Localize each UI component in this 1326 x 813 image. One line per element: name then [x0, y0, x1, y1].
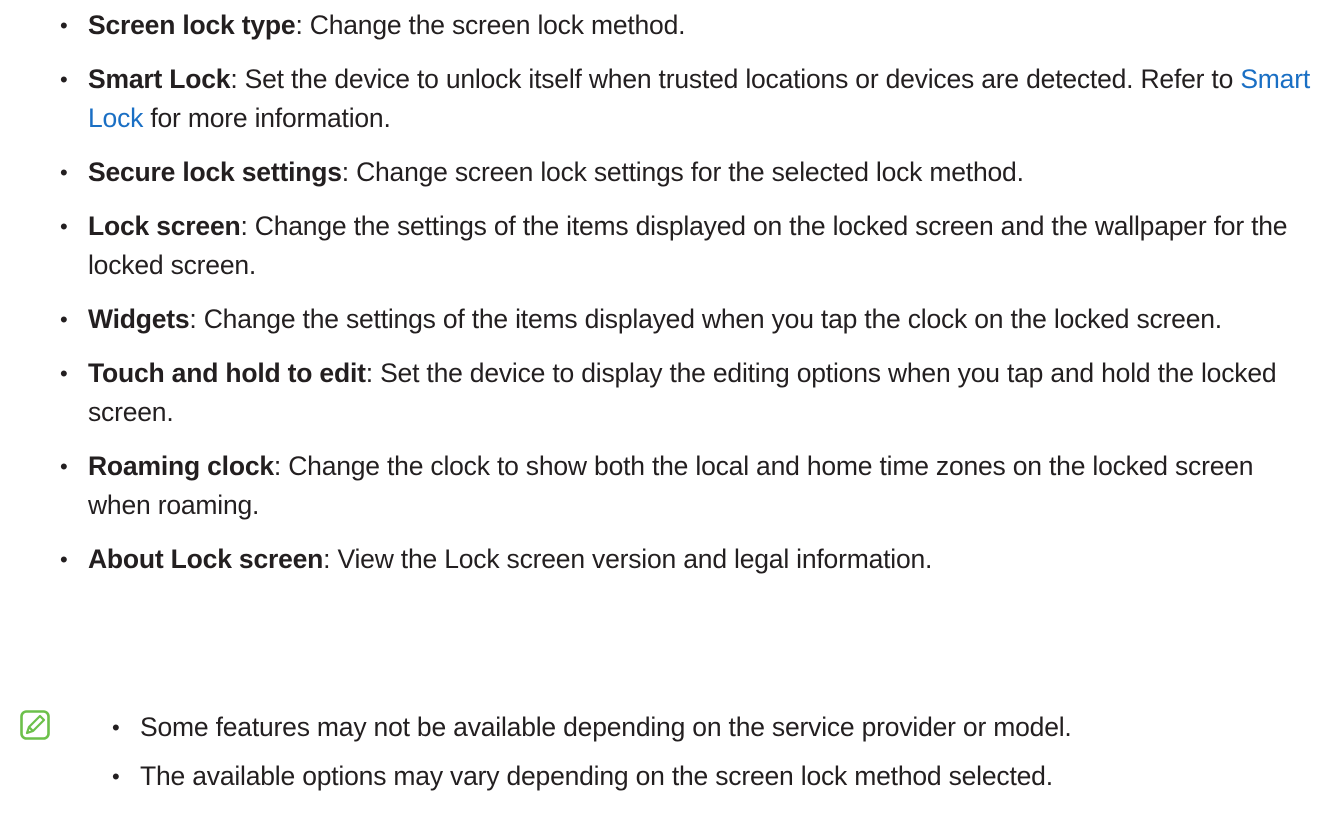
- item-description: Change the settings of the items display…: [88, 211, 1288, 280]
- item-description: Change the screen lock method.: [309, 10, 686, 40]
- bullet: •: [60, 454, 68, 479]
- note-item: • The available options may vary dependi…: [112, 757, 1326, 796]
- bullet: •: [112, 764, 120, 789]
- list-item: • Lock screen: Change the settings of th…: [60, 207, 1310, 285]
- item-term: Widgets: [88, 304, 190, 334]
- list-item: • Widgets: Change the settings of the it…: [60, 300, 1310, 339]
- item-description: Change screen lock settings for the sele…: [356, 157, 1024, 187]
- bullet: •: [60, 160, 68, 185]
- item-term: About Lock screen: [88, 544, 324, 574]
- list-item: • Smart Lock: Set the device to unlock i…: [60, 60, 1310, 138]
- list-item: • Secure lock settings: Change screen lo…: [60, 153, 1310, 192]
- item-term: Lock screen: [88, 211, 241, 241]
- note-item: • Some features may not be available dep…: [112, 708, 1326, 747]
- document-page: • Screen lock type: Change the screen lo…: [0, 0, 1326, 813]
- item-separator: :: [323, 544, 338, 574]
- list-item: • Roaming clock: Change the clock to sho…: [60, 447, 1310, 525]
- bullet: •: [60, 214, 68, 239]
- list-item: • Touch and hold to edit: Set the device…: [60, 354, 1310, 432]
- item-term: Roaming clock: [88, 451, 274, 481]
- item-separator: :: [273, 451, 289, 481]
- item-description: Change the settings of the items display…: [203, 304, 1222, 334]
- note-list: • Some features may not be available dep…: [112, 708, 1326, 806]
- item-term: Touch and hold to edit: [88, 358, 366, 388]
- item-separator: :: [341, 157, 357, 187]
- item-separator: :: [295, 10, 310, 40]
- bullet: •: [60, 361, 68, 386]
- bullet: •: [60, 547, 68, 572]
- item-description: Set the device to unlock itself when tru…: [244, 64, 1241, 94]
- note-pencil-icon: [20, 710, 50, 740]
- list-item: • Screen lock type: Change the screen lo…: [60, 6, 1310, 45]
- bullet: •: [60, 307, 68, 332]
- bullet: •: [60, 13, 68, 38]
- list-item: • About Lock screen: View the Lock scree…: [60, 540, 1310, 579]
- lock-screen-options-list: • Screen lock type: Change the screen lo…: [60, 6, 1310, 594]
- item-description-tail: for more information.: [143, 103, 391, 133]
- item-term: Screen lock type: [88, 10, 296, 40]
- item-term: Smart Lock: [88, 64, 231, 94]
- note-text: Some features may not be available depen…: [140, 712, 1072, 742]
- item-separator: :: [240, 211, 255, 241]
- item-separator: :: [189, 304, 204, 334]
- item-term: Secure lock settings: [88, 157, 342, 187]
- bullet: •: [60, 67, 68, 92]
- item-separator: :: [230, 64, 245, 94]
- bullet: •: [112, 715, 120, 740]
- item-separator: :: [365, 358, 381, 388]
- item-description: View the Lock screen version and legal i…: [337, 544, 933, 574]
- note-text: The available options may vary depending…: [140, 761, 1053, 791]
